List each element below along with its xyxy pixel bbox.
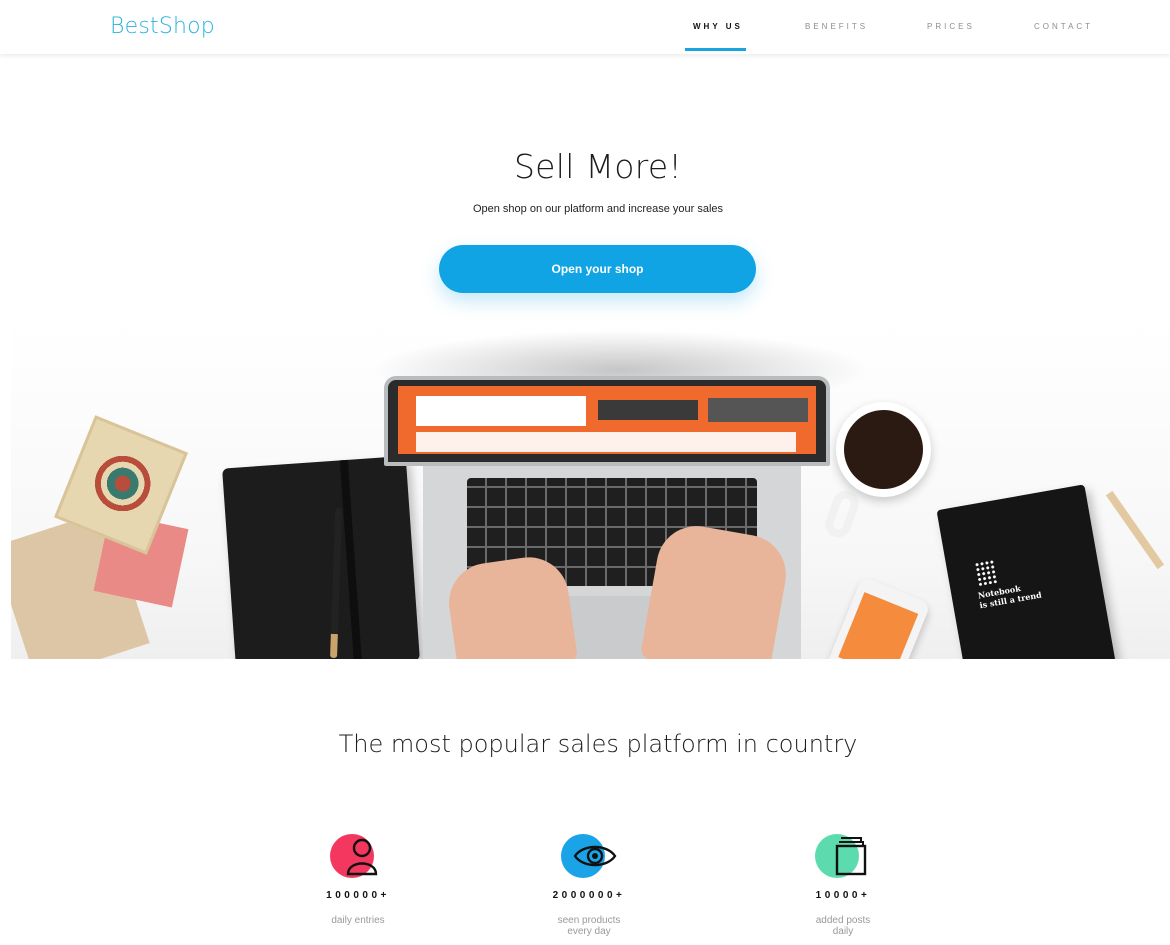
notebook-strap bbox=[339, 459, 363, 659]
nav-why-us[interactable]: WHY US bbox=[693, 22, 743, 31]
notebook-dots bbox=[974, 559, 999, 587]
stat-added-posts: 10000+ added posts daily bbox=[753, 832, 933, 937]
hero-subtitle: Open shop on our platform and increase y… bbox=[472, 203, 724, 215]
hero-title: Sell More! bbox=[513, 147, 683, 186]
open-shop-button[interactable]: Open your shop bbox=[439, 245, 756, 293]
stat-label: added posts daily bbox=[815, 915, 871, 937]
pencil-illustration bbox=[1105, 490, 1165, 570]
nav-prices[interactable]: PRICES bbox=[927, 22, 975, 31]
laptop-display bbox=[398, 386, 816, 454]
notebook-illustration bbox=[222, 455, 420, 659]
notebook-trend-illustration: Notebook is still a trend bbox=[936, 484, 1116, 659]
user-icon bbox=[346, 838, 378, 876]
stats-title: The most popular sales platform in count… bbox=[338, 730, 858, 758]
site-header: BestShop WHY US BENEFITS PRICES CONTACT bbox=[0, 0, 1170, 54]
nav-contact[interactable]: CONTACT bbox=[1034, 22, 1093, 31]
nav-benefits[interactable]: BENEFITS bbox=[805, 22, 868, 31]
phone-illustration bbox=[821, 576, 931, 659]
stat-label: daily entries bbox=[331, 915, 385, 926]
main-nav: WHY US BENEFITS PRICES CONTACT bbox=[0, 0, 1170, 54]
mug-handle bbox=[821, 487, 863, 541]
laptop-screen bbox=[384, 376, 830, 466]
stat-value: 10000+ bbox=[815, 890, 871, 901]
hero-image: Notebook is still a trend bbox=[11, 320, 1170, 659]
stat-seen-products: 2000000+ seen products every day bbox=[499, 832, 679, 937]
eye-icon bbox=[573, 845, 617, 867]
posts-icon bbox=[835, 837, 867, 876]
stat-value: 100000+ bbox=[326, 890, 390, 901]
nav-active-indicator bbox=[685, 48, 746, 51]
stat-label: seen products every day bbox=[557, 915, 621, 937]
stat-value: 2000000+ bbox=[552, 890, 626, 901]
coffee-mug-illustration bbox=[836, 402, 931, 497]
stat-daily-entries: 100000+ daily entries bbox=[268, 832, 448, 926]
